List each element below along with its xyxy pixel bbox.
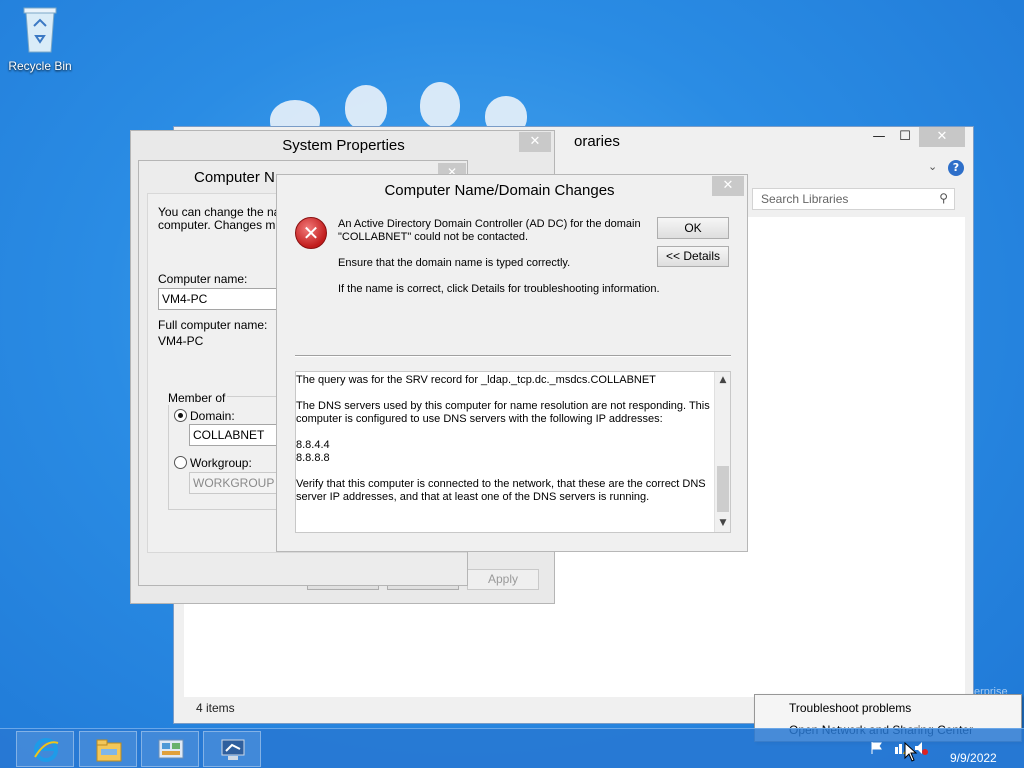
minimize-button[interactable]: —	[866, 127, 892, 147]
system-properties-close-button[interactable]: ✕	[519, 132, 551, 152]
details-toggle-button[interactable]: << Details	[657, 246, 729, 267]
system-properties-apply-button[interactable]: Apply	[467, 569, 539, 590]
error-ok-button[interactable]: OK	[657, 217, 729, 239]
wallpaper-petal	[420, 82, 460, 128]
wallpaper-petal	[345, 85, 387, 130]
taskbar-file-explorer[interactable]	[79, 731, 137, 767]
libraries-title: oraries	[574, 133, 620, 150]
computer-name-dialog-title: Computer N	[194, 169, 275, 186]
help-icon[interactable]: ?	[948, 160, 964, 176]
error-dialog-close-button[interactable]: ✕	[712, 176, 744, 196]
member-of-label: Member of	[166, 391, 228, 405]
details-textbox[interactable]: The query was for the SRV record for _ld…	[295, 371, 731, 533]
maximize-button[interactable]: ☐	[892, 127, 918, 147]
recycle-bin[interactable]: Recycle Bin	[6, 6, 74, 73]
taskbar: 9/9/2022	[0, 728, 1024, 768]
taskbar-remote-desktop[interactable]	[203, 731, 261, 767]
taskbar-clock-date[interactable]: 9/9/2022	[950, 751, 997, 765]
search-placeholder: Search Libraries	[761, 192, 849, 206]
search-icon: ⚲	[939, 191, 948, 205]
computer-name-field[interactable]: VM4-PC	[158, 288, 288, 310]
intro-line-1: You can change the nam	[158, 205, 291, 219]
scroll-up-icon[interactable]: ▲	[717, 375, 729, 385]
taskbar-internet-explorer[interactable]	[16, 731, 74, 767]
error-icon: ✕	[295, 217, 327, 249]
scroll-down-icon[interactable]: ▼	[717, 518, 729, 528]
details-text: The query was for the SRV record for _ld…	[296, 374, 710, 503]
computer-name-label: Computer name:	[158, 272, 248, 286]
search-input[interactable]: Search Libraries ⚲	[752, 188, 955, 210]
computer-icon	[221, 739, 245, 760]
menu-item-troubleshoot[interactable]: Troubleshoot problems	[789, 701, 911, 715]
error-message-line-1: An Active Directory Domain Controller (A…	[338, 218, 641, 230]
domain-label: Domain:	[190, 409, 235, 423]
full-computer-name-value: VM4-PC	[158, 334, 204, 348]
workgroup-label: Workgroup:	[190, 456, 252, 470]
recycle-bin-label: Recycle Bin	[8, 59, 72, 73]
error-message-line-2: "COLLABNET" could not be contacted.	[338, 231, 529, 243]
scroll-thumb[interactable]	[717, 466, 729, 512]
details-scrollbar[interactable]: ▲ ▼	[714, 372, 730, 532]
mouse-cursor-icon	[904, 742, 918, 762]
domain-radio[interactable]	[174, 409, 187, 422]
folder-icon	[96, 739, 122, 762]
intro-line-2: computer. Changes might	[158, 218, 295, 232]
full-computer-name-label: Full computer name:	[158, 318, 268, 332]
details-divider	[295, 355, 731, 357]
taskbar-control-panel[interactable]	[141, 731, 199, 767]
domain-error-dialog: Computer Name/Domain Changes ✕ ✕ An Acti…	[276, 174, 748, 552]
chevron-down-icon[interactable]: ⌄	[928, 160, 937, 173]
status-item-count: 4 items	[196, 701, 235, 715]
workgroup-radio[interactable]	[174, 456, 187, 469]
control-panel-icon	[158, 739, 184, 759]
system-properties-title: System Properties	[282, 137, 405, 154]
error-message-line-4: If the name is correct, click Details fo…	[338, 283, 660, 295]
error-dialog-title: Computer Name/Domain Changes	[384, 182, 615, 199]
workgroup-field[interactable]: WORKGROUP	[189, 472, 289, 494]
recycle-bin-icon	[23, 7, 57, 53]
internet-explorer-icon	[34, 738, 59, 762]
flag-icon[interactable]	[870, 741, 884, 755]
error-message-line-3: Ensure that the domain name is typed cor…	[338, 257, 571, 269]
close-button[interactable]: ✕	[919, 127, 965, 147]
domain-field[interactable]: COLLABNET	[189, 424, 289, 446]
